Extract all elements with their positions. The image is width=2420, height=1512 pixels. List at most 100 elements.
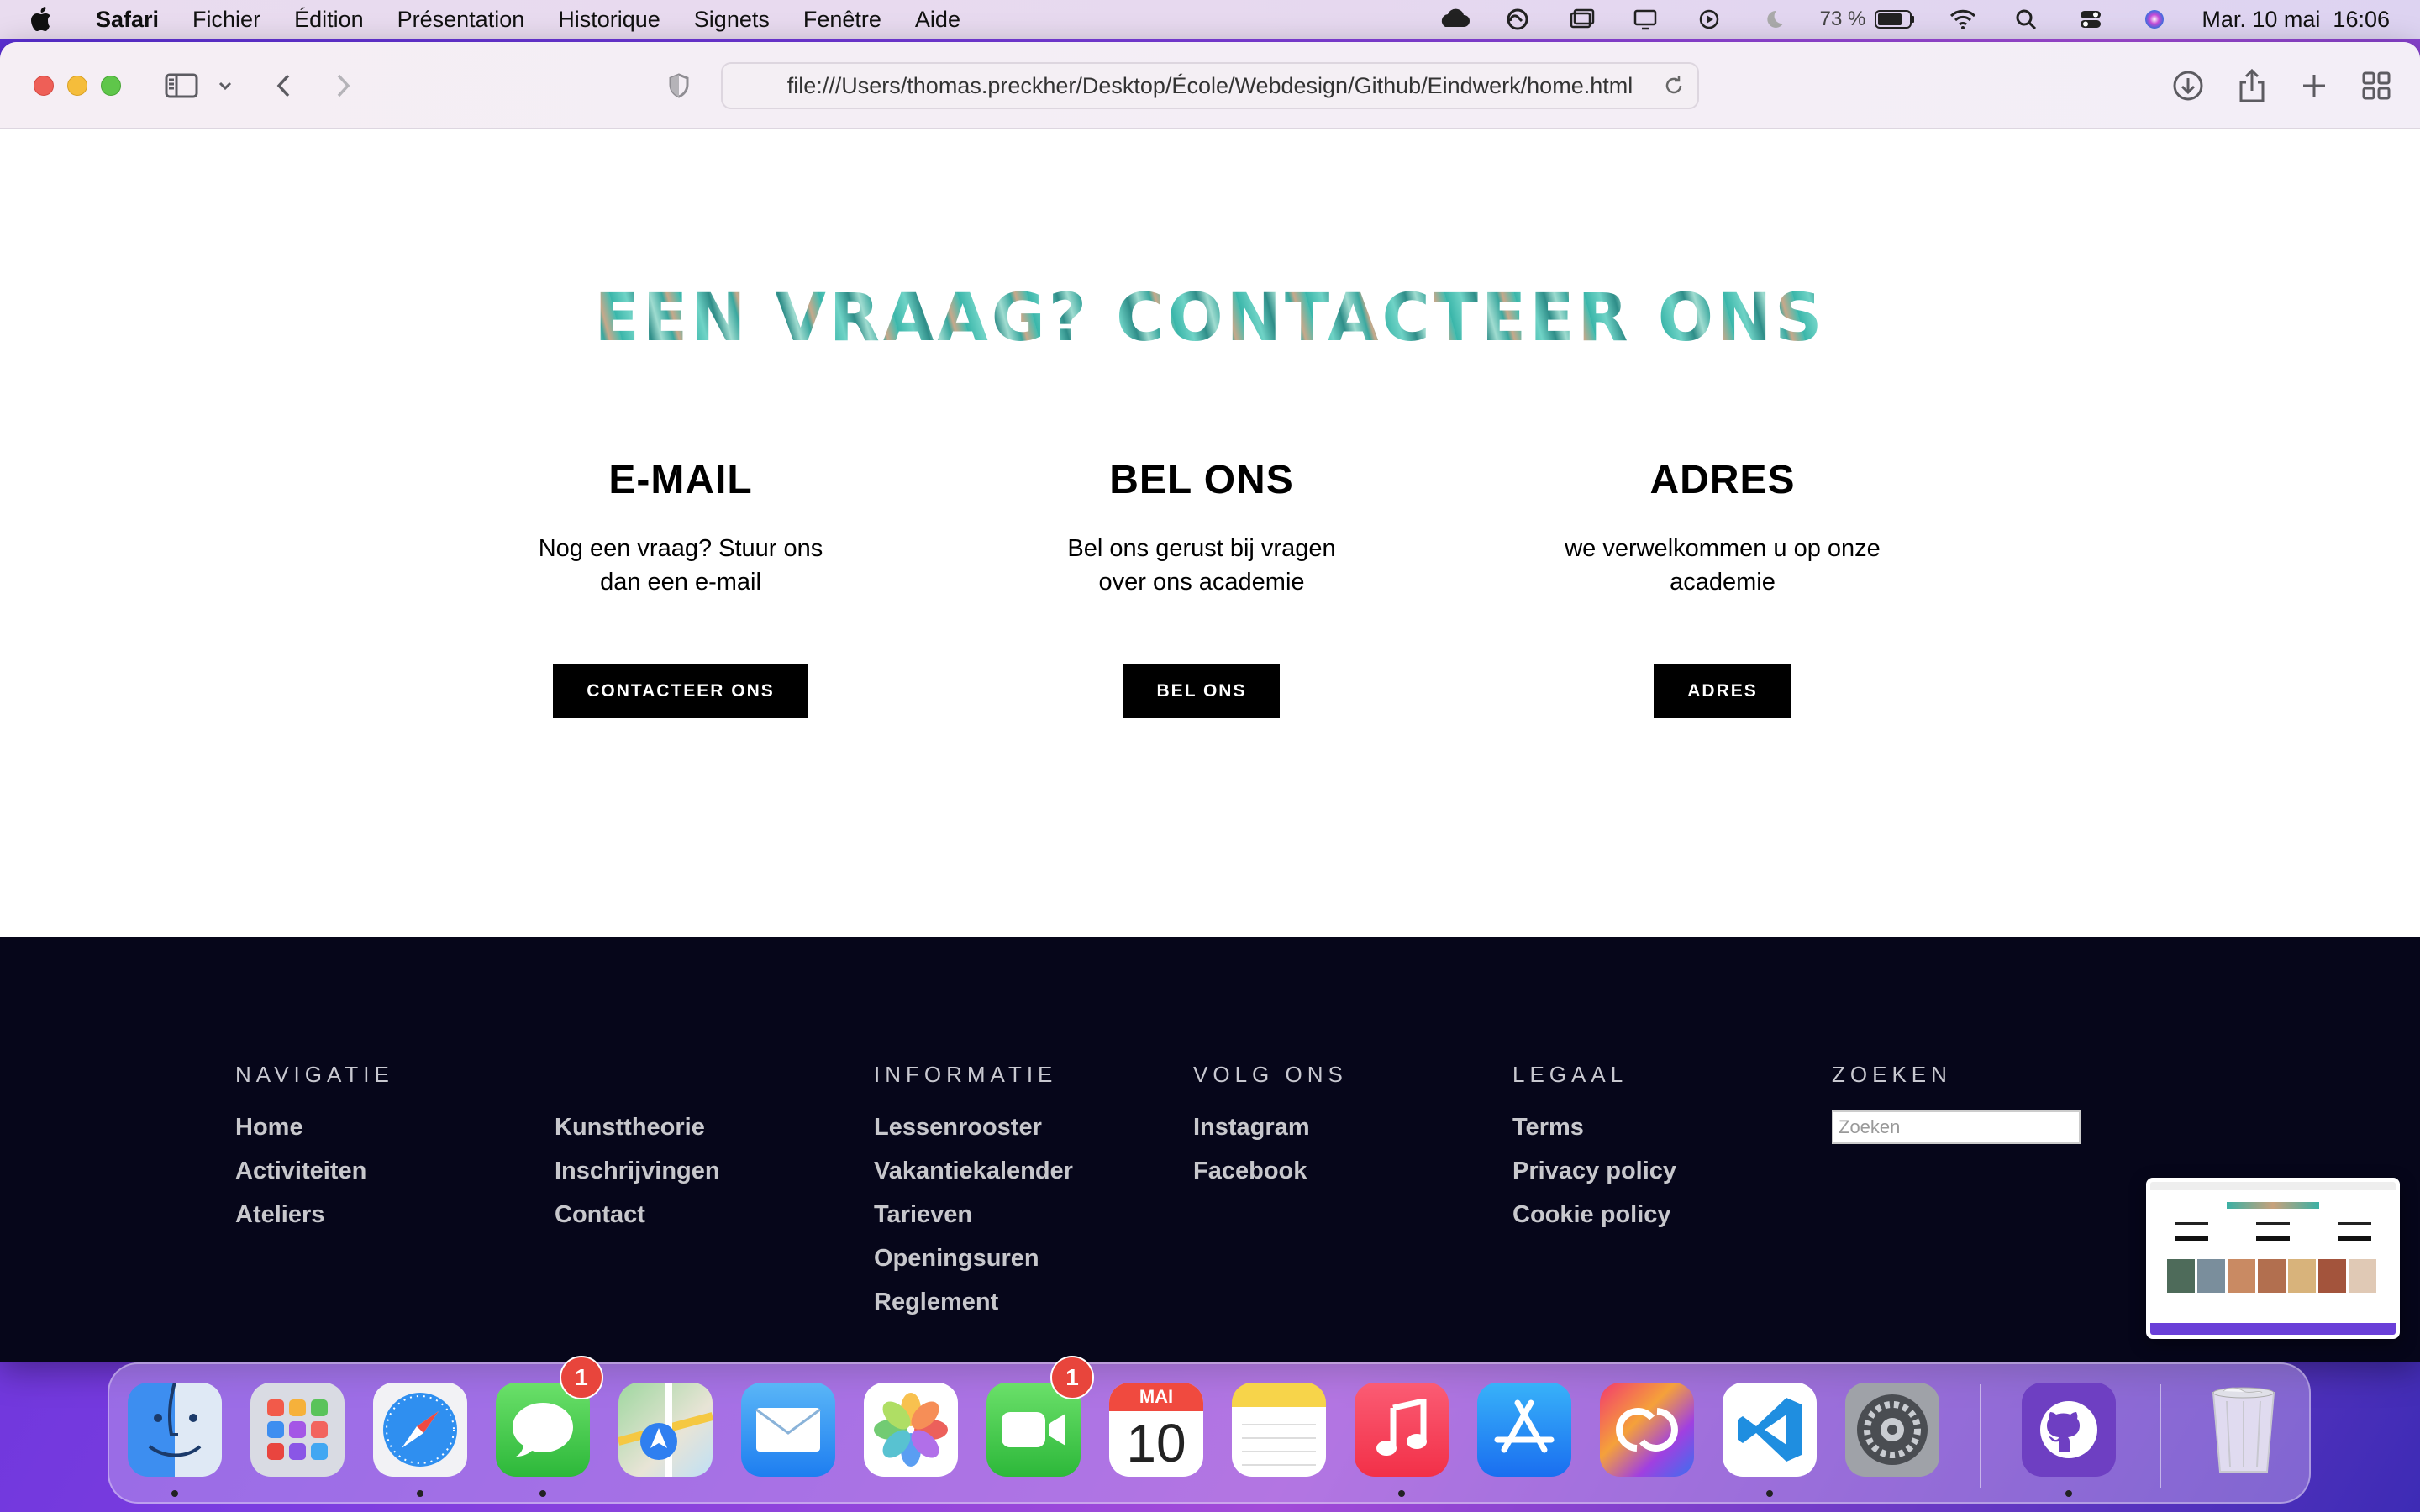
safari-window: file:///Users/thomas.preckher/Desktop/Éc…	[0, 42, 2420, 1362]
menu-fichier[interactable]: Fichier	[192, 7, 260, 33]
finder-icon[interactable]	[128, 1383, 222, 1477]
close-window-button[interactable]	[34, 76, 54, 96]
screenshot-thumbnail[interactable]	[2146, 1178, 2400, 1339]
system-preferences-icon[interactable]	[1845, 1383, 1939, 1477]
wifi-icon[interactable]	[1946, 8, 1980, 30]
footer-link-terms[interactable]: Terms	[1512, 1105, 1676, 1149]
facetime-badge: 1	[1050, 1356, 1094, 1399]
footer-link-home[interactable]: Home	[235, 1105, 394, 1149]
cloud-icon[interactable]	[1437, 8, 1470, 30]
siri-icon[interactable]	[2138, 8, 2171, 30]
menu-clock[interactable]: Mar. 10 mai 16:06	[2202, 7, 2390, 33]
mail-icon[interactable]	[741, 1383, 835, 1477]
safari-icon[interactable]	[373, 1383, 467, 1477]
vscode-icon[interactable]	[1723, 1383, 1817, 1477]
address-bar[interactable]: file:///Users/thomas.preckher/Desktop/Éc…	[721, 62, 1699, 109]
footer-link-cookie-policy[interactable]: Cookie policy	[1512, 1193, 1676, 1236]
column-heading: BEL ONS	[1109, 458, 1294, 502]
footer-link-reglement[interactable]: Reglement	[874, 1280, 1073, 1324]
calendar-month: MAI	[1109, 1383, 1203, 1411]
calendar-day: 10	[1126, 1413, 1186, 1473]
back-button[interactable]	[267, 66, 301, 106]
notes-icon[interactable]	[1232, 1383, 1326, 1477]
column-text: Bel ons gerust bij vragen over ons acade…	[1067, 535, 1336, 596]
dock: 1 1 MAI 10	[108, 1356, 2311, 1504]
menu-historique[interactable]: Historique	[558, 7, 660, 33]
footer-heading: VOLG ONS	[1193, 1062, 1348, 1087]
chevron-down-icon[interactable]	[215, 66, 235, 106]
site-footer: NAVIGATIE Home Activiteiten Ateliers Kun…	[0, 937, 2420, 1362]
app-store-icon[interactable]	[1477, 1383, 1571, 1477]
minimize-window-button[interactable]	[67, 76, 87, 96]
github-desktop-icon[interactable]	[2022, 1383, 2116, 1477]
share-icon[interactable]	[2233, 66, 2270, 106]
menu-bar: Safari Fichier Édition Présentation Hist…	[0, 0, 2420, 39]
footer-link-privacy-policy[interactable]: Privacy policy	[1512, 1149, 1676, 1193]
column-text: Nog een vraag? Stuur ons dan een e-mail	[538, 535, 823, 596]
footer-zoeken: ZOEKEN	[1832, 1062, 2081, 1144]
calendar-icon[interactable]: MAI 10	[1109, 1383, 1203, 1477]
photos-icon[interactable]	[864, 1383, 958, 1477]
browser-toolbar: file:///Users/thomas.preckher/Desktop/Éc…	[0, 42, 2420, 129]
new-tab-icon[interactable]	[2296, 66, 2333, 106]
page-title: EEN VRAAG? CONTACTEER ONS	[0, 281, 2420, 356]
launchpad-icon[interactable]	[250, 1383, 345, 1477]
column-text: we verwelkommen u op onze academie	[1565, 535, 1881, 596]
menu-signets[interactable]: Signets	[694, 7, 770, 33]
footer-link-instagram[interactable]: Instagram	[1193, 1105, 1348, 1149]
control-center-icon[interactable]	[2074, 8, 2107, 30]
column-heading: E-MAIL	[608, 458, 753, 502]
music-icon[interactable]	[1355, 1383, 1449, 1477]
moon-icon[interactable]	[1756, 8, 1790, 30]
display-icon[interactable]	[1628, 8, 1662, 30]
footer-link-vakantiekalender[interactable]: Vakantiekalender	[874, 1149, 1073, 1193]
spotlight-icon[interactable]	[2010, 8, 2044, 30]
footer-navigatie: NAVIGATIE Home Activiteiten Ateliers	[235, 1062, 394, 1236]
footer-link-lessenrooster[interactable]: Lessenrooster	[874, 1105, 1073, 1149]
forward-button[interactable]	[326, 66, 360, 106]
contact-column-address: ADRES we verwelkommen u op onze academie…	[1529, 457, 1916, 718]
tab-overview-icon[interactable]	[2358, 66, 2395, 106]
menu-fenetre[interactable]: Fenêtre	[803, 7, 881, 33]
url-text: file:///Users/thomas.preckher/Desktop/Éc…	[786, 72, 1634, 98]
footer-volg-ons: VOLG ONS Instagram Facebook	[1193, 1062, 1348, 1193]
battery-icon[interactable]	[1874, 8, 1916, 30]
menu-aide[interactable]: Aide	[915, 7, 960, 33]
contact-column-email: E-MAIL Nog een vraag? Stuur ons dan een …	[487, 457, 874, 718]
now-playing-icon[interactable]	[1692, 8, 1726, 30]
column-heading: ADRES	[1649, 458, 1796, 502]
menu-presentation[interactable]: Présentation	[397, 7, 525, 33]
reload-icon[interactable]	[1662, 74, 1686, 103]
trash-icon[interactable]	[2196, 1383, 2291, 1477]
contact-column-phone: BEL ONS Bel ons gerust bij vragen over o…	[1008, 457, 1395, 718]
footer-link-tarieven[interactable]: Tarieven	[874, 1193, 1073, 1236]
creative-cloud-icon[interactable]	[1600, 1383, 1694, 1477]
footer-heading: INFORMATIE	[874, 1062, 1058, 1087]
footer-link-activiteiten[interactable]: Activiteiten	[235, 1149, 394, 1193]
contacteer-ons-button[interactable]: CONTACTEER ONS	[553, 664, 808, 718]
search-input[interactable]	[1832, 1110, 2081, 1144]
screens-icon[interactable]	[1565, 8, 1598, 30]
privacy-shield-icon[interactable]	[662, 66, 696, 106]
web-page: EEN VRAAG? CONTACTEER ONS E-MAIL Nog een…	[0, 129, 2420, 937]
fullscreen-window-button[interactable]	[101, 76, 121, 96]
menu-app-name[interactable]: Safari	[96, 7, 159, 33]
apple-menu-icon[interactable]	[30, 7, 52, 32]
creative-cloud-menu-icon[interactable]	[1501, 8, 1534, 30]
downloads-icon[interactable]	[2170, 66, 2207, 106]
messages-badge: 1	[560, 1356, 603, 1399]
footer-link-openingsuren[interactable]: Openingsuren	[874, 1236, 1073, 1280]
footer-link-inschrijvingen[interactable]: Inschrijvingen	[555, 1149, 720, 1193]
footer-heading: ZOEKEN	[1832, 1062, 1952, 1087]
menu-edition[interactable]: Édition	[294, 7, 364, 33]
footer-link-facebook[interactable]: Facebook	[1193, 1149, 1348, 1193]
footer-heading: NAVIGATIE	[235, 1062, 394, 1087]
sidebar-toggle-icon[interactable]	[161, 66, 202, 106]
footer-link-ateliers[interactable]: Ateliers	[235, 1193, 394, 1236]
bel-ons-button[interactable]: BEL ONS	[1123, 664, 1281, 718]
footer-link-contact[interactable]: Contact	[555, 1193, 720, 1236]
maps-icon[interactable]	[618, 1383, 713, 1477]
adres-button[interactable]: ADRES	[1654, 664, 1791, 718]
footer-link-kunsttheorie[interactable]: Kunsttheorie	[555, 1105, 720, 1149]
footer-legaal: LEGAAL Terms Privacy policy Cookie polic…	[1512, 1062, 1676, 1236]
